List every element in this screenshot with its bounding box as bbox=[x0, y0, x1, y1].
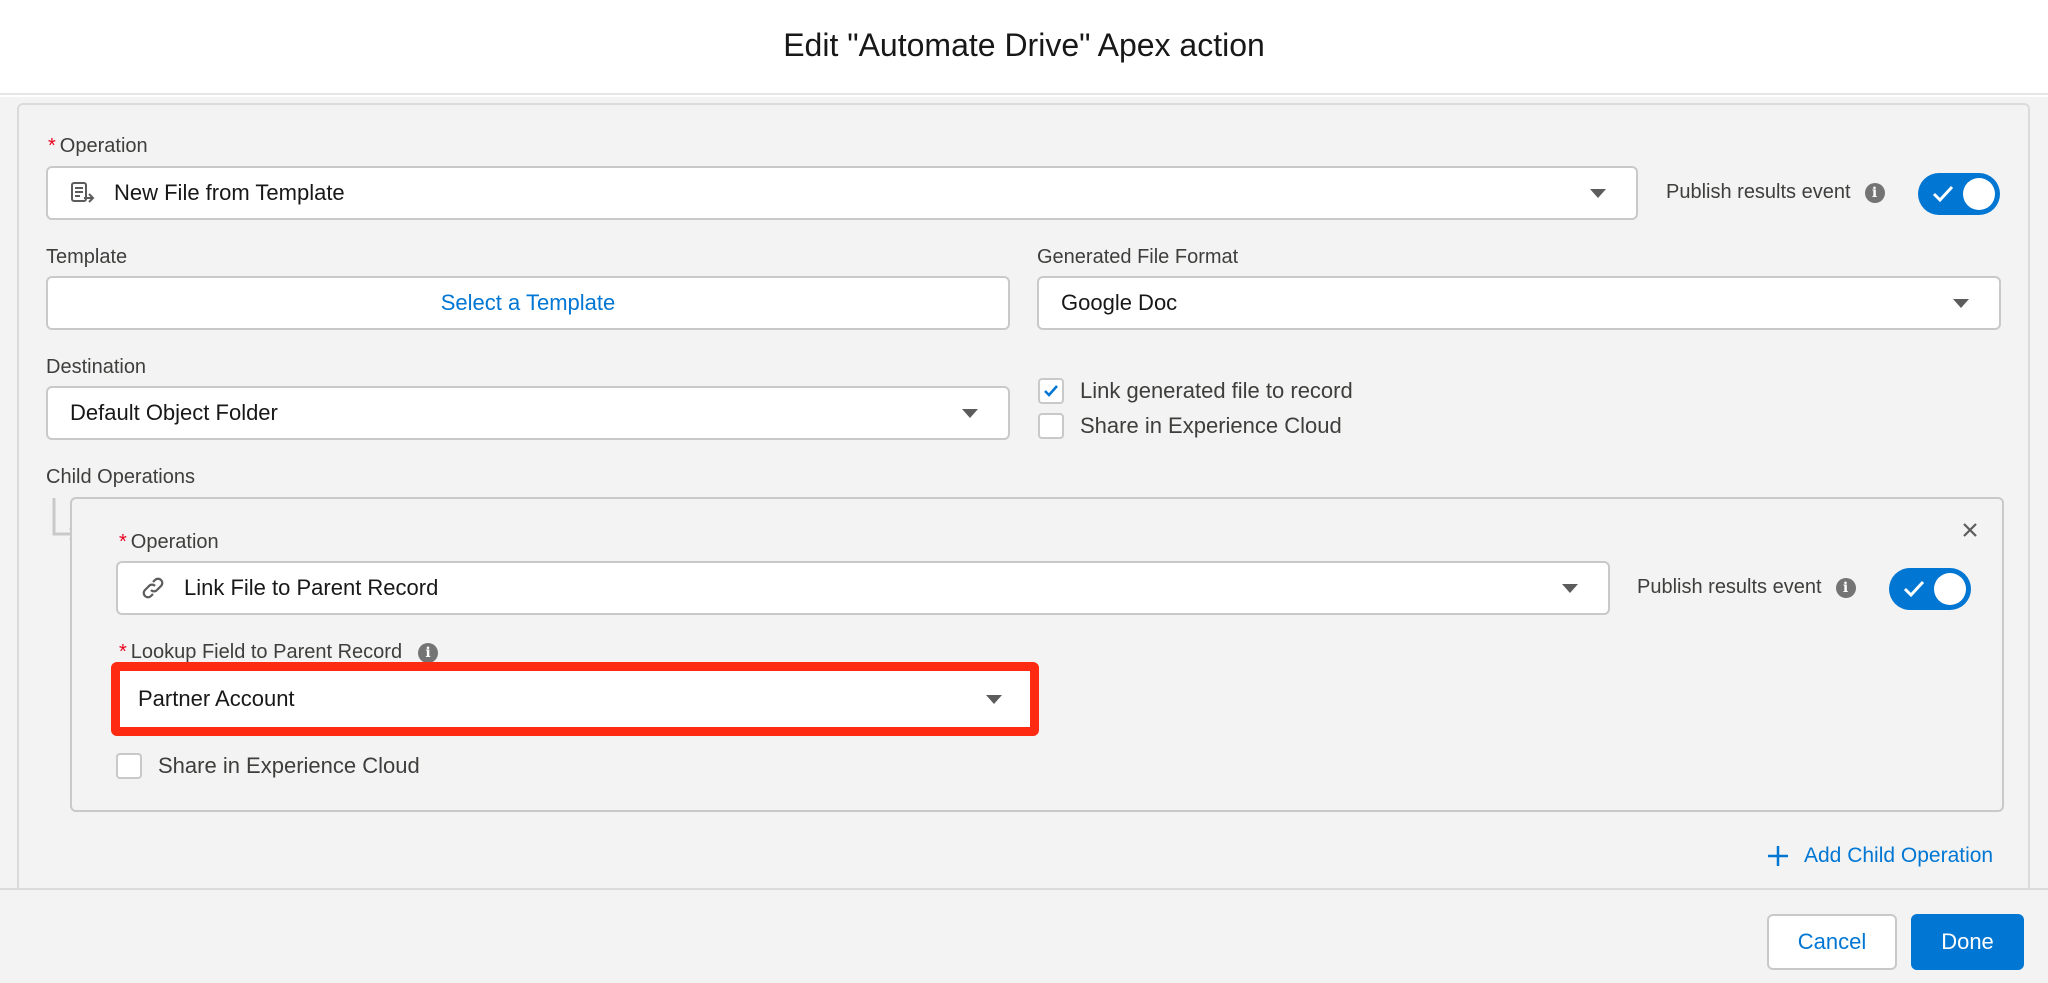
child-share-cloud-label: Share in Experience Cloud bbox=[158, 753, 420, 778]
chevron-down-icon bbox=[1953, 298, 1969, 308]
file-format-label: Generated File Format bbox=[1037, 246, 1239, 268]
child-publish-results-toggle[interactable] bbox=[1889, 568, 1971, 610]
child-share-cloud-checkbox-row[interactable]: Share in Experience Cloud bbox=[116, 753, 420, 779]
done-button[interactable]: Done bbox=[1911, 914, 2024, 970]
child-publish-results-label: Publish results event i bbox=[1637, 576, 1856, 599]
check-icon bbox=[1044, 385, 1058, 397]
lookup-field-value: Partner Account bbox=[138, 686, 295, 711]
share-cloud-checkbox-row[interactable]: Share in Experience Cloud bbox=[1038, 413, 1342, 439]
link-file-checkbox-row[interactable]: Link generated file to record bbox=[1038, 378, 1353, 404]
link-file-checkbox[interactable] bbox=[1038, 378, 1064, 404]
modal-footer: Cancel Done bbox=[0, 888, 2048, 983]
link-file-label: Link generated file to record bbox=[1080, 378, 1353, 403]
child-operation-value: Link File to Parent Record bbox=[184, 575, 439, 600]
share-cloud-checkbox[interactable] bbox=[1038, 413, 1064, 439]
add-child-operation-button[interactable]: Add Child Operation bbox=[1766, 844, 1993, 868]
link-icon bbox=[140, 575, 166, 601]
plus-icon bbox=[1768, 846, 1788, 866]
add-child-operation-label: Add Child Operation bbox=[1804, 844, 1994, 867]
child-operation-label: * Operation bbox=[119, 531, 219, 553]
chevron-down-icon bbox=[962, 408, 978, 418]
check-icon bbox=[1903, 580, 1925, 598]
destination-select[interactable]: Default Object Folder bbox=[46, 386, 1010, 440]
publish-results-toggle[interactable] bbox=[1918, 173, 2000, 215]
destination-label: Destination bbox=[46, 356, 147, 378]
info-icon[interactable]: i bbox=[1864, 182, 1885, 203]
check-icon bbox=[1932, 185, 1954, 203]
chevron-down-icon bbox=[986, 694, 1002, 704]
chevron-down-icon bbox=[1562, 583, 1578, 593]
destination-value: Default Object Folder bbox=[70, 400, 278, 425]
operation-label: * Operation bbox=[48, 135, 148, 157]
select-template-text: Select a Template bbox=[440, 290, 616, 315]
operation-value: New File from Template bbox=[114, 180, 345, 205]
share-cloud-label: Share in Experience Cloud bbox=[1080, 413, 1342, 438]
child-operations-label: Child Operations bbox=[46, 466, 195, 488]
document-template-icon bbox=[70, 180, 96, 206]
file-format-value: Google Doc bbox=[1061, 290, 1178, 315]
toggle-knob bbox=[1934, 573, 1966, 605]
toggle-knob bbox=[1963, 178, 1995, 210]
chevron-down-icon bbox=[1590, 188, 1606, 198]
close-icon[interactable] bbox=[1962, 522, 1978, 538]
select-template-button[interactable]: Select a Template bbox=[46, 276, 1010, 330]
modal-header: Edit "Automate Drive" Apex action bbox=[0, 0, 2048, 95]
lookup-field-select[interactable]: Partner Account bbox=[111, 662, 1039, 736]
child-share-cloud-checkbox[interactable] bbox=[116, 753, 142, 779]
modal-title: Edit "Automate Drive" Apex action bbox=[783, 27, 1265, 63]
template-label: Template bbox=[46, 246, 128, 268]
cancel-button[interactable]: Cancel bbox=[1767, 914, 1897, 970]
child-operation-select[interactable]: Link File to Parent Record bbox=[116, 561, 1610, 615]
publish-results-label: Publish results event i bbox=[1666, 181, 1885, 204]
file-format-select[interactable]: Google Doc bbox=[1037, 276, 2001, 330]
info-icon[interactable]: i bbox=[1835, 577, 1856, 598]
info-icon[interactable]: i bbox=[418, 642, 439, 663]
lookup-field-label: * Lookup Field to Parent Record i bbox=[119, 641, 439, 664]
operation-select[interactable]: New File from Template bbox=[46, 166, 1638, 220]
